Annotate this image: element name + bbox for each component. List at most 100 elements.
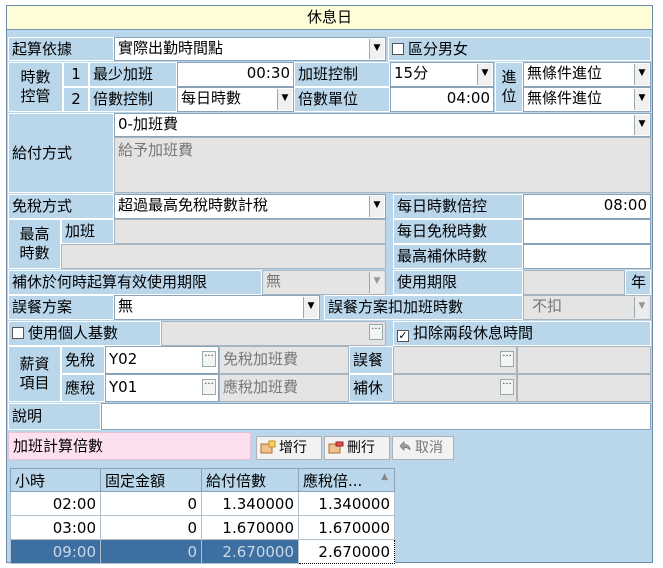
- ellipsis-icon: ···: [500, 351, 514, 367]
- grid-cell-hours[interactable]: 03:00: [10, 515, 101, 540]
- table-row-selected[interactable]: 09:00 0 2.670000 2.670000: [10, 539, 395, 564]
- chevron-down-icon[interactable]: ▼: [477, 64, 492, 85]
- grid-cell-taxable-ratio[interactable]: 1.340000: [298, 491, 395, 516]
- multiplier-ctrl-value: 每日時數: [181, 89, 242, 107]
- comp-start-value: 無: [266, 272, 282, 290]
- max-overtime-input: [114, 219, 386, 244]
- comp-start-label: 補休於何時起算有效使用期限: [8, 270, 262, 295]
- tax-free-value: 超過最高免稅時數計稅: [118, 196, 269, 214]
- note-input[interactable]: [101, 403, 651, 430]
- checkbox-icon[interactable]: [12, 327, 24, 339]
- chevron-down-icon[interactable]: ▼: [634, 89, 649, 110]
- add-row-button[interactable]: 增行: [256, 436, 322, 460]
- ellipsis-icon: ···: [369, 324, 383, 340]
- min-overtime-label: 最少加班: [89, 62, 177, 87]
- grid-cell-taxable-ratio-focused[interactable]: 2.670000: [298, 539, 395, 564]
- grid-header-fixed-amount[interactable]: 固定金額: [100, 468, 202, 492]
- carry-label: 進位: [495, 62, 523, 112]
- meal-deduct-value: 不扣: [532, 297, 563, 315]
- grid-header-row: 小時 固定金額 給付倍數 應稅倍... ▲: [10, 468, 395, 492]
- grid-header-hours[interactable]: 小時: [10, 468, 101, 492]
- grid-cell-taxable-ratio[interactable]: 1.670000: [298, 515, 395, 540]
- daily-ratio-input[interactable]: 08:00: [523, 194, 651, 219]
- salary-meal-name: [517, 346, 651, 374]
- carry2-select[interactable]: 無條件進位 ▼: [523, 87, 651, 112]
- payment-select[interactable]: 0-加班費 ▼: [114, 113, 651, 137]
- payment-label: 給付方式: [8, 113, 114, 193]
- payment-value: 0-加班費: [118, 115, 178, 133]
- multiplier-unit-input[interactable]: 04:00: [390, 87, 494, 112]
- delete-row-icon: [328, 441, 344, 454]
- salary-taxable-name: 應稅加班費: [219, 374, 349, 402]
- tax-free-label: 免稅方式: [8, 194, 114, 219]
- carry1-value: 無條件進位: [527, 64, 603, 82]
- grid-cell-hours[interactable]: 09:00: [10, 539, 101, 564]
- gender-label: 區分男女: [408, 40, 469, 58]
- daily-taxfree-input[interactable]: [523, 219, 651, 244]
- salary-comp-code: ···: [393, 374, 517, 402]
- grid-cell-hours[interactable]: 02:00: [10, 491, 101, 516]
- delete-row-button[interactable]: 刪行: [324, 436, 390, 460]
- chevron-down-icon[interactable]: ▼: [369, 196, 384, 217]
- calc-basis-label: 起算依據: [8, 37, 114, 61]
- personal-base-input: ···: [161, 321, 386, 346]
- row2-number: 2: [63, 87, 89, 112]
- comp-period-input: [523, 270, 625, 295]
- carry2-value: 無條件進位: [527, 89, 603, 107]
- deduct-break-checkbox[interactable]: ✓ 扣除兩段休息時間: [393, 321, 651, 346]
- cancel-button[interactable]: 取消: [392, 436, 454, 460]
- overtime-ctrl-select[interactable]: 15分 ▼: [390, 62, 494, 87]
- carry-text: 進位: [501, 68, 517, 105]
- grid-cell-fixed-amount[interactable]: 0: [100, 539, 202, 564]
- salary-taxable-label: 應稅: [61, 374, 105, 402]
- grid-header-taxable-ratio-label: 應稅倍...: [303, 471, 363, 490]
- max-comp-label: 最高補休時數: [393, 244, 523, 269]
- grid-cell-fixed-amount[interactable]: 0: [100, 515, 202, 540]
- grid-cell-pay-ratio[interactable]: 1.670000: [201, 515, 299, 540]
- meal-select[interactable]: 無 ▼: [114, 295, 320, 320]
- salary-tax-free-code-value: Y02: [109, 350, 138, 368]
- max-hours-label: 最高時數: [8, 219, 61, 269]
- table-row[interactable]: 02:00 0 1.340000 1.340000: [10, 491, 395, 516]
- chevron-down-icon: ▼: [634, 297, 649, 318]
- delete-row-label: 刪行: [347, 440, 375, 456]
- tax-free-select[interactable]: 超過最高免稅時數計稅 ▼: [114, 194, 386, 219]
- max-overtime-label: 加班: [61, 219, 114, 244]
- chevron-down-icon[interactable]: ▼: [303, 297, 318, 318]
- grid-header-taxable-ratio[interactable]: 應稅倍... ▲: [298, 468, 395, 492]
- salary-taxable-code[interactable]: Y01 ···: [105, 374, 219, 402]
- grid-cell-pay-ratio[interactable]: 1.340000: [201, 491, 299, 516]
- daily-taxfree-label: 每日免稅時數: [393, 219, 523, 244]
- salary-comp-label: 補休: [349, 374, 393, 402]
- personal-base-checkbox[interactable]: 使用個人基數: [8, 321, 161, 346]
- ellipsis-icon[interactable]: ···: [202, 379, 216, 395]
- grid-cell-pay-ratio[interactable]: 2.670000: [201, 539, 299, 564]
- grid-header-pay-ratio[interactable]: 給付倍數: [201, 468, 299, 492]
- salary-tax-free-code[interactable]: Y02 ···: [105, 346, 219, 374]
- hours-ctrl-label: 時數控管: [8, 62, 63, 112]
- gender-checkbox[interactable]: 區分男女: [388, 37, 651, 61]
- salary-meal-label: 誤餐: [349, 346, 393, 374]
- meal-label: 誤餐方案: [8, 295, 114, 320]
- table-row[interactable]: 03:00 0 1.670000 1.670000: [10, 515, 395, 540]
- ellipsis-icon: ···: [500, 379, 514, 395]
- chevron-down-icon[interactable]: ▼: [634, 64, 649, 85]
- chevron-down-icon[interactable]: ▼: [634, 115, 649, 135]
- grid-cell-fixed-amount[interactable]: 0: [100, 491, 202, 516]
- min-overtime-input[interactable]: 00:30: [177, 62, 294, 87]
- multiplier-ctrl-select[interactable]: 每日時數 ▼: [177, 87, 294, 112]
- ellipsis-icon[interactable]: ···: [202, 351, 216, 367]
- undo-icon: [399, 441, 411, 451]
- chevron-down-icon: ▼: [369, 272, 384, 293]
- chevron-down-icon[interactable]: ▼: [369, 39, 384, 59]
- hours-ctrl-text: 時數控管: [20, 68, 51, 105]
- checkmark-icon[interactable]: ✓: [397, 330, 409, 342]
- overtime-ctrl-label: 加班控制: [294, 62, 390, 87]
- calc-basis-select[interactable]: 實際出勤時間點 ▼: [114, 37, 386, 61]
- checkbox-icon[interactable]: [392, 43, 404, 55]
- multiplier-grid: 小時 固定金額 給付倍數 應稅倍... ▲ 02:00 0 1.340000 1.…: [10, 468, 395, 564]
- chevron-down-icon[interactable]: ▼: [277, 89, 292, 110]
- max-comp-input[interactable]: [523, 244, 651, 269]
- carry1-select[interactable]: 無條件進位 ▼: [523, 62, 651, 87]
- salary-items-label: 薪資項目: [8, 346, 61, 402]
